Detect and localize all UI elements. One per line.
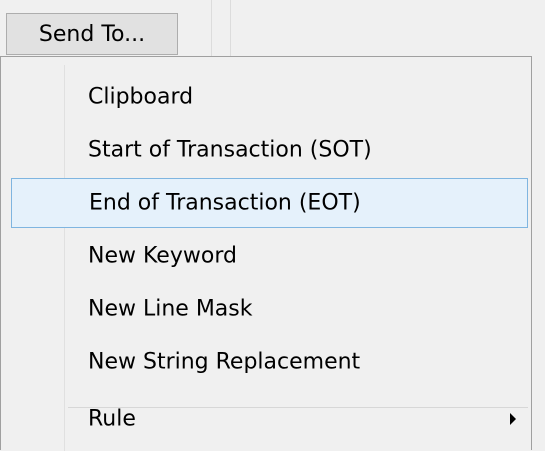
menu-item-new-line-mask[interactable]: New Line Mask: [11, 284, 528, 334]
menu-item-end-of-transaction[interactable]: End of Transaction (EOT): [11, 178, 528, 228]
menu-item-clipboard[interactable]: Clipboard: [11, 72, 528, 122]
send-to-menu: Clipboard Start of Transaction (SOT) End…: [0, 56, 532, 451]
toolbar-divider: [211, 0, 212, 62]
menu-item-label: New String Replacement: [88, 349, 361, 375]
send-to-button[interactable]: Send To...: [6, 13, 178, 55]
menu-item-label: Clipboard: [88, 84, 194, 110]
submenu-arrow-icon: [510, 413, 516, 425]
menu-item-label: New Line Mask: [88, 296, 253, 322]
toolbar-divider: [230, 0, 231, 62]
menu-item-label: Rule: [88, 406, 136, 432]
menu-item-new-keyword[interactable]: New Keyword: [11, 231, 528, 281]
menu-item-label: Start of Transaction (SOT): [88, 137, 372, 163]
menu-item-new-string-replacement[interactable]: New String Replacement: [11, 337, 528, 387]
menu-item-rule[interactable]: Rule: [11, 394, 528, 444]
toolbar: Send To...: [0, 0, 545, 62]
menu-item-label: New Keyword: [88, 243, 237, 269]
menu-item-start-of-transaction[interactable]: Start of Transaction (SOT): [11, 125, 528, 175]
menu-item-label: End of Transaction (EOT): [89, 190, 361, 216]
